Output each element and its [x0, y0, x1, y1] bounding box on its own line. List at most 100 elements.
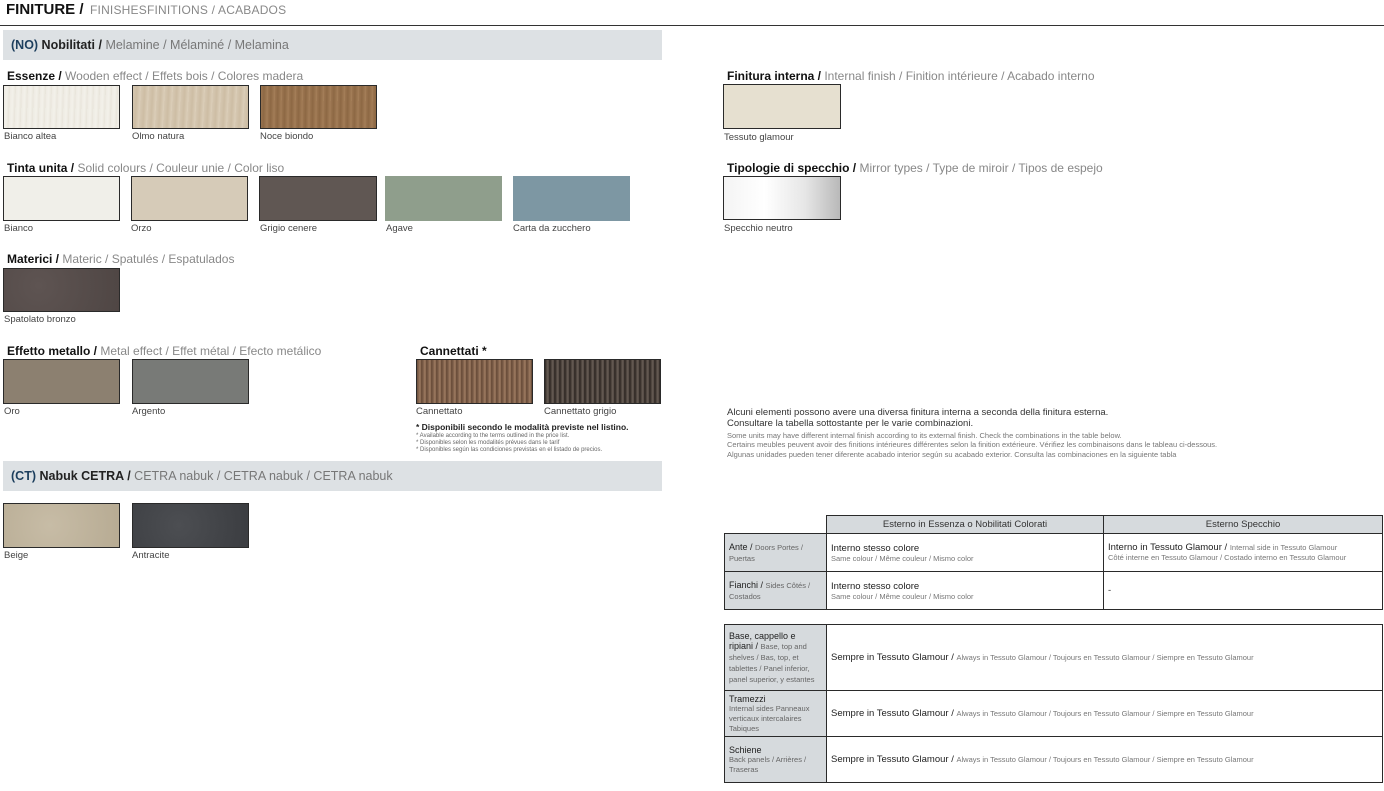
heading-tinta-title: Tinta unita /: [7, 161, 78, 175]
cell-sub: Always in Tessuto Glamour / Toujours en …: [956, 755, 1254, 764]
swatch-caption: Noce biondo: [260, 131, 314, 142]
swatch-carta-da-zucchero: [513, 176, 630, 221]
table-cell: Interno in Tessuto Glamour / Internal si…: [1103, 533, 1383, 572]
heading-interna-title: Finitura interna /: [727, 69, 825, 83]
heading-materici: Materici / Materic / Spatulés / Espatula…: [7, 252, 234, 266]
heading-specchio-title: Tipologie di specchio /: [727, 161, 860, 175]
swatch-grigio-cenere: [259, 176, 377, 221]
swatch-olmo-natura: [132, 85, 249, 129]
heading-tinta-languages: Solid colours / Couleur unie / Color lis…: [77, 161, 285, 175]
band-languages: CETRA nabuk / CETRA nabuk / CETRA nabuk: [134, 469, 393, 483]
swatch-noce-biondo: [260, 85, 377, 129]
table-corner: [724, 515, 827, 534]
row-head-label: Tramezzi: [729, 693, 766, 704]
swatch-caption: Orzo: [131, 223, 152, 234]
cell-sub: Same colour / Même couleur / Mismo color: [831, 553, 974, 563]
table-row-head-ante: Ante / Doors Portes / Puertas: [724, 533, 827, 572]
cell-main: Interno stesso colore: [831, 580, 920, 592]
band-code: (CT): [11, 469, 36, 483]
swatch-caption: Bianco altea: [4, 131, 57, 142]
swatch-caption: Bianco: [4, 223, 34, 234]
table-row-head-tramezzi: Tramezzi Internal sides Panneaux verticau…: [724, 690, 827, 737]
table-header-essenza: Esterno in Essenza o Nobilitati Colorati: [826, 515, 1104, 534]
table-cell: Interno stesso colore Same colour / Même …: [826, 571, 1104, 610]
swatch-caption: Cannettato grigio: [544, 406, 617, 417]
heading-effetto-metallo: Effetto metallo / Metal effect / Effet m…: [7, 344, 321, 358]
swatch-tessuto-glamour: [723, 84, 841, 129]
heading-materici-title: Materici /: [7, 252, 63, 266]
heading-finitura-interna: Finitura interna / Internal finish / Fin…: [727, 69, 1095, 83]
table-header-specchio: Esterno Specchio: [1103, 515, 1383, 534]
cannettati-note-en: * Available according to the terms outli…: [416, 433, 570, 439]
swatch-caption: Olmo natura: [132, 131, 185, 142]
heading-metallo-languages: Metal effect / Effet métal / Efecto metá…: [100, 344, 322, 358]
finish-table-interni: Base, cappello e ripiani / Base, top and…: [724, 624, 1383, 783]
swatch-bianco: [3, 176, 120, 221]
cannettati-note-es: * Disponibles según las condiciones prev…: [416, 447, 603, 453]
row-head-label: Schiene: [729, 744, 762, 755]
swatch-caption: Grigio cenere: [260, 223, 318, 234]
heading-essenze-languages: Wooden effect / Effets bois / Colores ma…: [65, 69, 304, 83]
table-cell: Sempre in Tessuto Glamour / Always in Te…: [826, 624, 1383, 691]
heading-materici-languages: Materic / Spatulés / Espatulados: [62, 252, 235, 266]
band-title: Nobilitati /: [38, 38, 106, 52]
cell-main: Interno stesso colore: [831, 542, 920, 554]
band-languages: Melamine / Mélaminé / Melamina: [105, 38, 289, 52]
band-title: Nabuk CETRA /: [36, 469, 135, 483]
cell-sub: Internal side in Tessuto Glamour: [1229, 542, 1338, 552]
info-line-en: Some units may have different internal f…: [727, 431, 1122, 440]
swatch-cannettato: [416, 359, 533, 404]
swatch-caption: Agave: [386, 223, 413, 234]
heading-interna-languages: Internal finish / Finition intérieure / …: [824, 69, 1095, 83]
swatch-caption: Carta da zucchero: [513, 223, 591, 234]
cell-sub: Côté interne en Tessuto Glamour / Costad…: [1108, 552, 1347, 562]
swatch-agave: [385, 176, 502, 221]
row-head-sub: Internal sides Panneaux verticaux interc…: [729, 703, 810, 733]
heading-tinta-unita: Tinta unita / Solid colours / Couleur un…: [7, 161, 284, 175]
info-line-it-2: Consultare la tabella sottostante per le…: [727, 418, 974, 429]
cell-sub: Always in Tessuto Glamour / Toujours en …: [956, 709, 1254, 718]
cell-sub: Same colour / Même couleur / Mismo color: [831, 591, 974, 601]
heading-specchio-languages: Mirror types / Type de miroir / Tipos de…: [859, 161, 1103, 175]
swatch-caption: Specchio neutro: [724, 223, 793, 234]
cell-main: Sempre in Tessuto Glamour /: [831, 708, 957, 719]
finish-table-ante-fianchi: Esterno in Essenza o Nobilitati Colorati…: [724, 515, 1383, 610]
table-cell: Sempre in Tessuto Glamour / Always in Te…: [826, 690, 1383, 737]
table-cell: -: [1103, 571, 1383, 610]
swatch-caption: Tessuto glamour: [724, 132, 794, 143]
cell-main: Sempre in Tessuto Glamour /: [831, 754, 957, 765]
table-row-head-schiene: Schiene Back panels / Arrières / Traseras: [724, 736, 827, 783]
swatch-antracite: [132, 503, 249, 548]
table-row-head-fianchi: Fianchi / Sides Côtés / Costados: [724, 571, 827, 610]
heading-metallo-title: Effetto metallo /: [7, 344, 101, 358]
section-band-nobilitati: (NO) Nobilitati / Melamine / Mélaminé / …: [3, 30, 662, 60]
swatch-argento: [132, 359, 249, 404]
swatch-specchio-neutro: [723, 176, 841, 220]
swatch-caption: Argento: [132, 406, 166, 417]
cell-main: Interno in Tessuto Glamour /: [1108, 541, 1230, 553]
row-head-label: Fianchi /: [729, 579, 766, 590]
table-cell: Sempre in Tessuto Glamour / Always in Te…: [826, 736, 1383, 783]
page-title: FINITURE /: [6, 1, 84, 18]
table-row-head-base: Base, cappello e ripiani / Base, top and…: [724, 624, 827, 691]
swatch-caption: Beige: [4, 550, 29, 561]
row-head-label: Ante /: [729, 541, 756, 552]
row-head-sub: Back panels / Arrières / Traseras: [729, 754, 807, 774]
cannettati-note-fr: * Disponibles selon les modalités prévue…: [416, 440, 560, 446]
cell-main: Sempre in Tessuto Glamour /: [831, 652, 957, 663]
heading-essenze: Essenze / Wooden effect / Effets bois / …: [7, 69, 303, 83]
swatch-beige: [3, 503, 120, 548]
info-line-fr: Certains meubles peuvent avoir des finit…: [727, 440, 1218, 449]
swatch-bianco-altea: [3, 85, 120, 129]
swatch-caption: Spatolato bronzo: [4, 314, 76, 325]
cannettati-note-bold: * Disponibili secondo le modalità previs…: [416, 422, 629, 432]
info-line-it-1: Alcuni elementi possono avere una divers…: [727, 407, 1109, 418]
swatch-caption: Cannettato: [416, 406, 463, 417]
swatch-caption: Oro: [4, 406, 20, 417]
heading-cannettati-title: Cannettati *: [420, 344, 487, 358]
heading-cannettati: Cannettati *: [420, 344, 487, 358]
swatch-spatolato-bronzo: [3, 268, 120, 312]
table-cell: Interno stesso colore Same colour / Même …: [826, 533, 1104, 572]
swatch-caption: Antracite: [132, 550, 170, 561]
heading-essenze-title: Essenze /: [7, 69, 66, 83]
